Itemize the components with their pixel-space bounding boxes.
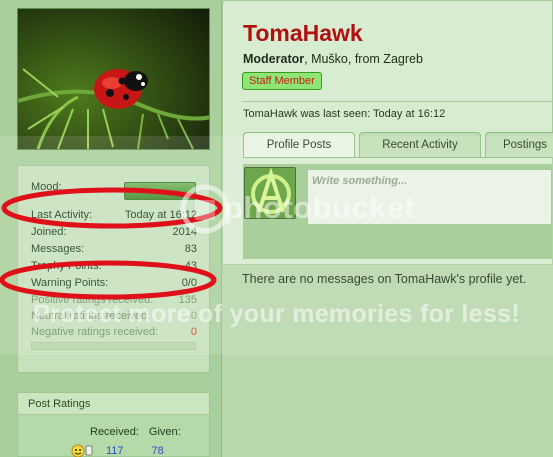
user-role: Moderator [243,52,305,66]
given-label: Given: [148,426,181,438]
stat-positive-ratings: Positive ratings received: 135 [31,293,197,307]
stat-label: Last Activity: [31,209,93,221]
stat-label: Negative ratings received: [31,326,159,338]
staff-badge: Staff Member [242,72,322,90]
tab-profile-posts[interactable]: Profile Posts [243,132,355,157]
post-ratings-title: Post Ratings [18,393,209,415]
status-update-box: Write something... [243,164,552,259]
stat-label: Warning Points: [31,277,109,289]
user-details: , Muško, from Zagreb [304,52,423,66]
stat-value: 0/0 [181,277,197,289]
mood-label: Mood: [31,181,62,193]
post-ratings-values: 117 78 [106,445,164,457]
user-stats-panel: Mood: Last Activity: Today at 16:12 Join… [17,165,210,373]
rating-bar-fill [32,343,195,349]
given-count[interactable]: 78 [152,445,164,457]
sidebar: Mood: Last Activity: Today at 16:12 Join… [0,0,221,457]
stat-last-activity: Last Activity: Today at 16:12 [31,208,197,222]
received-count[interactable]: 117 [106,445,124,457]
stat-label: Trophy Points: [31,260,102,272]
stat-value: Today at 16:12 [124,209,197,221]
stat-value: 2014 [172,226,197,238]
tab-recent-activity[interactable]: Recent Activity [359,132,481,157]
username: TomaHawk [243,20,363,46]
stat-neutral-ratings: Neutral ratings received: 0 [31,309,197,323]
stat-label: Messages: [31,243,85,255]
status-input[interactable]: Write something... [307,169,552,225]
stat-label: Joined: [31,226,67,238]
stat-label: Neutral ratings received: [31,310,151,322]
user-avatar[interactable] [17,8,210,150]
received-label: Received: [90,426,139,438]
profile-header: TomaHawk Moderator, Muško, from Zagreb S… [222,0,553,265]
user-title: Moderator, Muško, from Zagreb [243,52,423,66]
stat-joined: Joined: 2014 [31,225,197,239]
divider [242,101,552,102]
thumbs-up-smiley-icon [71,444,93,457]
last-seen-text: TomaHawk was last seen: Today at 16:12 [243,108,446,120]
stat-warning-points: Warning Points: 0/0 [31,276,197,290]
status-avatar [244,167,296,219]
stat-negative-ratings: Negative ratings received: 0 [31,325,197,339]
profile-tabs: Profile Posts Recent Activity Postings [243,132,553,157]
stat-label: Positive ratings received: [31,294,154,306]
stat-trophy-points: Trophy Points: 43 [31,259,197,273]
stat-value[interactable]: 83 [185,243,197,255]
mood-selector[interactable] [124,182,196,200]
post-ratings-columns: Received: Given: [90,426,181,438]
stat-messages: Messages: 83 [31,242,197,256]
stat-value: 0 [190,326,197,338]
tab-postings[interactable]: Postings [485,132,553,157]
stat-value: 0 [190,310,197,322]
tab-underline [243,157,552,158]
stat-value[interactable]: 43 [185,260,197,272]
empty-messages-text: There are no messages on TomaHawk's prof… [242,272,527,286]
stat-value: 135 [178,294,197,306]
profile-main: TomaHawk Moderator, Muško, from Zagreb S… [221,0,553,457]
post-ratings-panel: Post Ratings Received: Given: 117 78 [17,392,210,457]
ladybug-photo [18,9,209,149]
anarchy-symbol-icon [245,168,295,218]
rating-bar [31,342,196,350]
